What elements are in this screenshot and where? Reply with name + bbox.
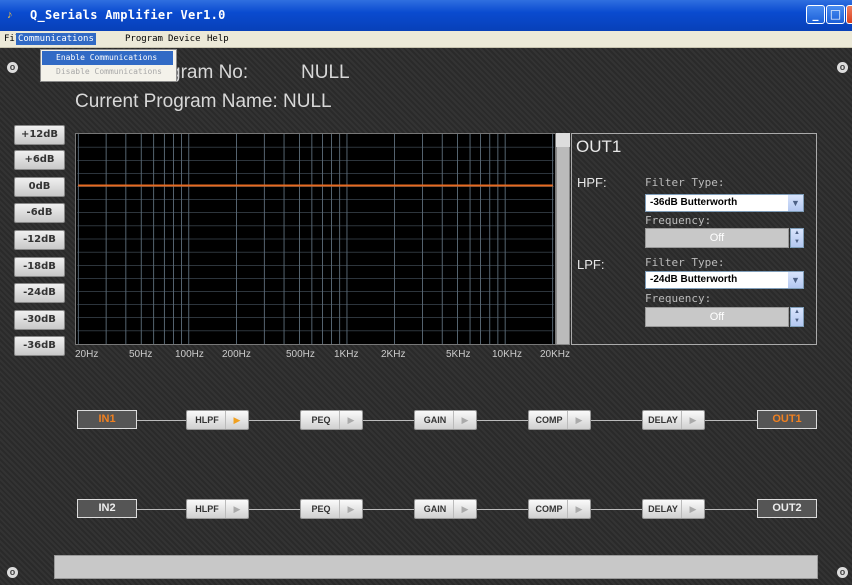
processing-block[interactable]: PEQ ▶ <box>300 410 363 430</box>
block-label: GAIN <box>423 504 447 514</box>
play-arrow-icon[interactable]: ▶ <box>339 500 362 518</box>
block-label: GAIN <box>423 415 447 425</box>
status-bar <box>54 555 818 579</box>
play-arrow-icon[interactable]: ▶ <box>681 500 704 518</box>
maximize-button[interactable]: □ <box>826 5 845 24</box>
minimize-button[interactable]: _ <box>806 5 825 24</box>
screw-icon: o <box>837 567 848 578</box>
program-number-label: gram No: <box>170 62 249 83</box>
freq-tick-label: 5KHz <box>446 349 471 360</box>
communications-dropdown: Enable Communications Disable Communicat… <box>40 49 177 82</box>
eq-graph[interactable] <box>75 133 556 345</box>
play-arrow-icon[interactable]: ▶ <box>567 500 590 518</box>
graph-scroll-thumb[interactable] <box>556 133 570 147</box>
screw-icon: o <box>7 567 18 578</box>
processing-block[interactable]: COMP ▶ <box>528 410 591 430</box>
db-button[interactable]: +12dB <box>14 125 65 145</box>
freq-tick-label: 1KHz <box>334 349 359 360</box>
output-title: OUT1 <box>576 137 622 156</box>
hpf-frequency-label: Frequency: <box>645 214 712 227</box>
freq-tick-label: 20KHz <box>540 349 571 360</box>
enable-communications-item[interactable]: Enable Communications <box>42 51 173 65</box>
menu-program[interactable]: Program <box>123 33 165 45</box>
db-button[interactable]: 0dB <box>14 177 65 197</box>
block-label: COMP <box>535 415 563 425</box>
hpf-frequency-spinner[interactable]: ▲ ▼ <box>790 228 804 248</box>
processing-block[interactable]: DELAY ▶ <box>642 499 705 519</box>
chevron-down-icon[interactable]: ▼ <box>788 195 803 211</box>
lpf-filter-type-label: Filter Type: <box>645 256 725 269</box>
menu-device[interactable]: Device <box>166 33 203 45</box>
chevron-down-icon[interactable]: ▼ <box>788 272 803 288</box>
disable-communications-item[interactable]: Disable Communications <box>42 65 173 79</box>
processing-block[interactable]: DELAY ▶ <box>642 410 705 430</box>
db-button[interactable]: +6dB <box>14 150 65 170</box>
freq-tick-label: 10KHz <box>492 349 523 360</box>
play-arrow-icon[interactable]: ▶ <box>225 411 248 429</box>
screw-icon: o <box>7 62 18 73</box>
db-button[interactable]: -18dB <box>14 257 65 277</box>
lpf-filter-type-select[interactable]: -24dB Butterworth ▼ <box>645 271 804 289</box>
db-button[interactable]: -30dB <box>14 310 65 330</box>
db-button[interactable]: -24dB <box>14 283 65 303</box>
hpf-label: HPF: <box>577 175 607 190</box>
hpf-filter-type-label: Filter Type: <box>645 176 725 189</box>
menu-bar: File Communications Program Device Help <box>0 31 852 48</box>
block-label: HLPF <box>195 415 219 425</box>
block-label: DELAY <box>648 504 678 514</box>
title-bar: ♪ Q_Serials Amplifier Ver1.0 _ □ <box>0 0 852 31</box>
block-label: PEQ <box>311 415 331 425</box>
freq-tick-label: 20Hz <box>75 349 99 360</box>
processing-block[interactable]: GAIN ▶ <box>414 499 477 519</box>
hpf-filter-type-select[interactable]: -36dB Butterworth ▼ <box>645 194 804 212</box>
block-label: COMP <box>535 504 563 514</box>
play-arrow-icon[interactable]: ▶ <box>339 411 362 429</box>
program-number-value: NULL <box>301 62 350 83</box>
freq-tick-label: 100Hz <box>175 349 204 360</box>
block-label: HLPF <box>195 504 219 514</box>
play-arrow-icon[interactable]: ▶ <box>225 500 248 518</box>
processing-block[interactable]: HLPF ▶ <box>186 410 249 430</box>
screw-icon: o <box>837 62 848 73</box>
play-arrow-icon[interactable]: ▶ <box>681 411 704 429</box>
freq-tick-label: 50Hz <box>129 349 153 360</box>
freq-tick-label: 200Hz <box>222 349 251 360</box>
freq-tick-label: 2KHz <box>381 349 406 360</box>
play-arrow-icon[interactable]: ▶ <box>453 500 476 518</box>
db-button[interactable]: -6dB <box>14 203 65 223</box>
processing-block[interactable]: GAIN ▶ <box>414 410 477 430</box>
graph-scroll-track[interactable] <box>556 133 570 345</box>
play-arrow-icon[interactable]: ▶ <box>453 411 476 429</box>
processing-block[interactable]: COMP ▶ <box>528 499 591 519</box>
lpf-frequency-field[interactable]: Off <box>645 307 789 327</box>
processing-block[interactable]: PEQ ▶ <box>300 499 363 519</box>
close-button[interactable] <box>846 5 852 24</box>
processing-block[interactable]: HLPF ▶ <box>186 499 249 519</box>
program-name-label: Current Program Name: NULL <box>75 91 332 112</box>
db-button[interactable]: -36dB <box>14 336 65 356</box>
play-arrow-icon[interactable]: ▶ <box>567 411 590 429</box>
freq-tick-label: 500Hz <box>286 349 315 360</box>
hpf-frequency-field[interactable]: Off <box>645 228 789 248</box>
output-box[interactable]: OUT1 <box>757 410 817 429</box>
db-button[interactable]: -12dB <box>14 230 65 250</box>
lpf-frequency-label: Frequency: <box>645 292 712 305</box>
block-label: DELAY <box>648 415 678 425</box>
window-title: Q_Serials Amplifier Ver1.0 <box>30 8 226 22</box>
app-icon: ♪ <box>7 9 13 21</box>
menu-communications[interactable]: Communications <box>16 33 96 45</box>
input-box[interactable]: IN1 <box>77 410 137 429</box>
lpf-label: LPF: <box>577 257 605 272</box>
input-box[interactable]: IN2 <box>77 499 137 518</box>
menu-help[interactable]: Help <box>205 33 231 45</box>
output-box[interactable]: OUT2 <box>757 499 817 518</box>
block-label: PEQ <box>311 504 331 514</box>
lpf-frequency-spinner[interactable]: ▲ ▼ <box>790 307 804 327</box>
